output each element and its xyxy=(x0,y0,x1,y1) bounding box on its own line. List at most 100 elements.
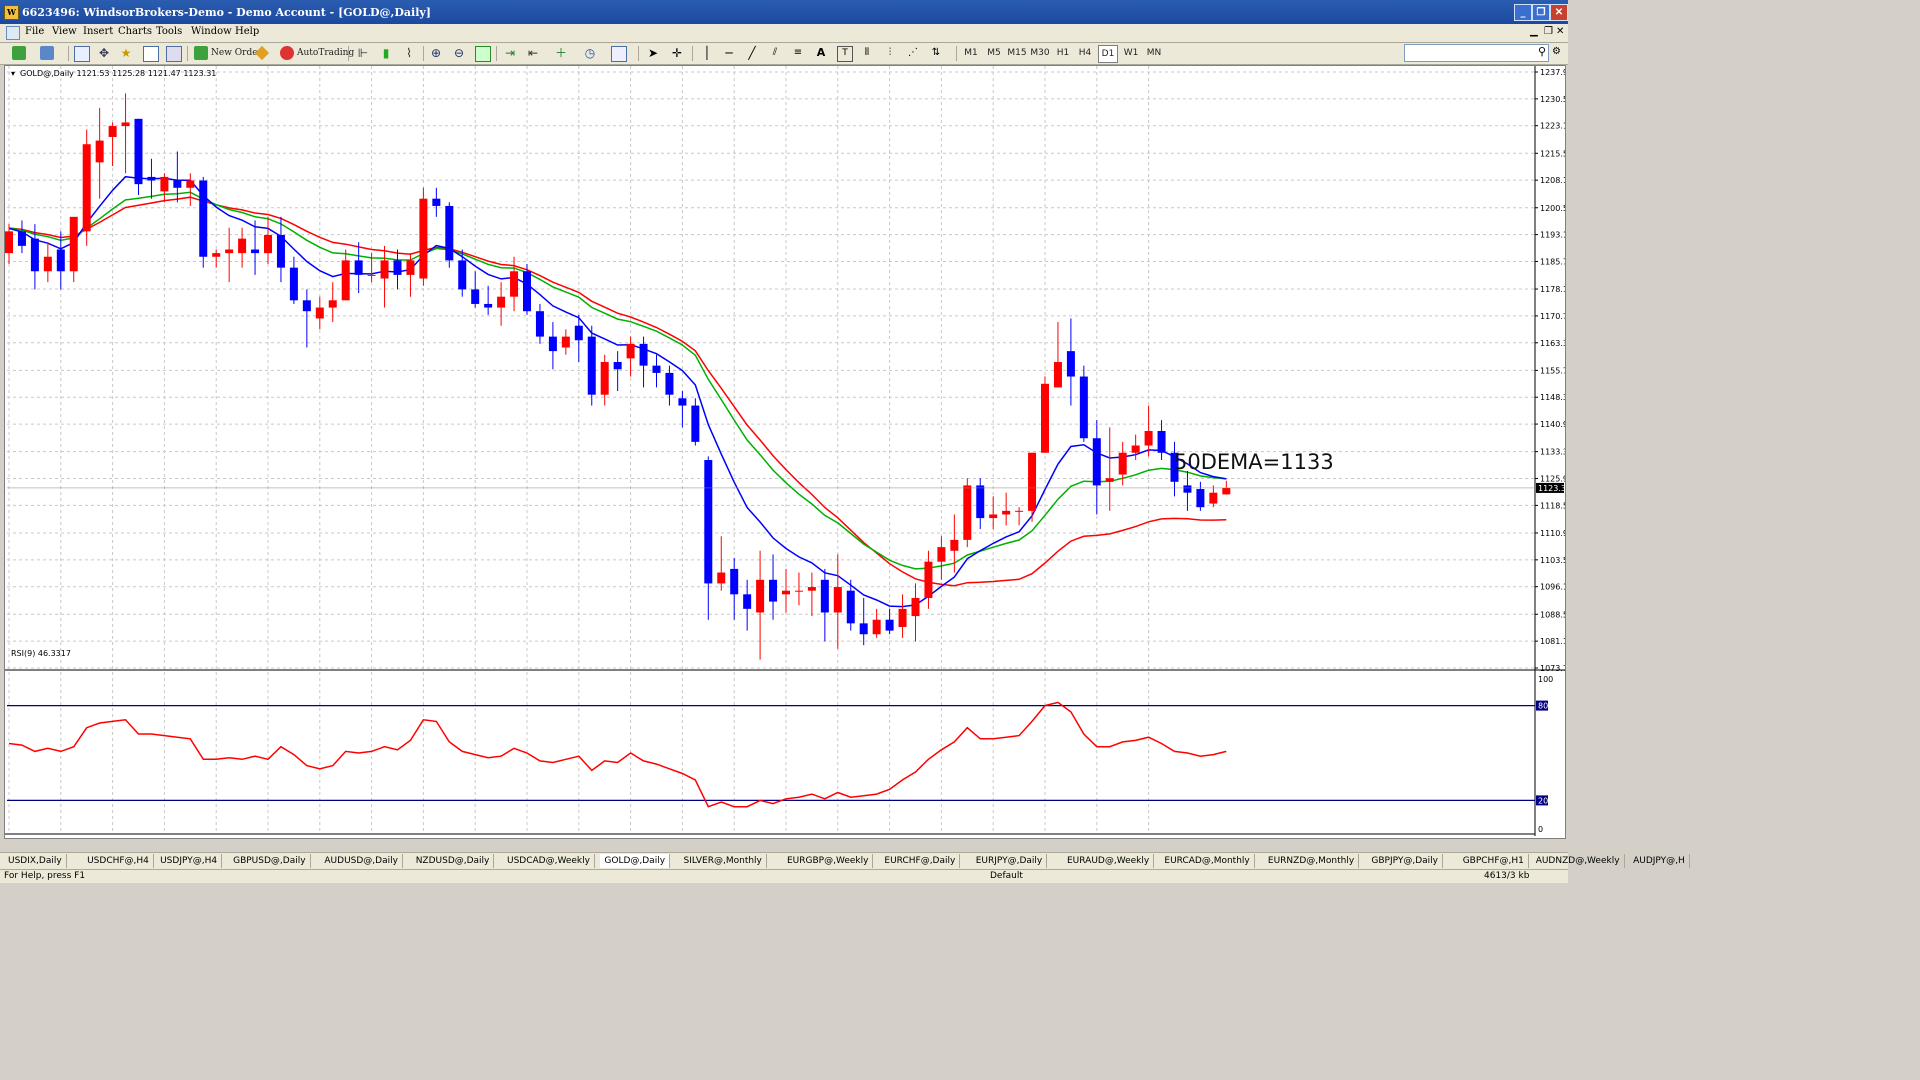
chart-window[interactable]: 1237.90 1230.50 1223.10 1215.50 1208.10 1200.… xyxy=(4,65,1573,848)
candle xyxy=(587,325,596,406)
timeframe-h4[interactable]: H4 xyxy=(1076,45,1094,61)
chart-shift-icon[interactable]: ⇤ xyxy=(526,46,540,60)
candle xyxy=(989,496,998,529)
text-icon[interactable]: A xyxy=(814,46,828,60)
crosshair-icon[interactable]: ✛ xyxy=(670,46,684,60)
timeframe-w1[interactable]: W1 xyxy=(1122,45,1140,61)
restore-button[interactable]: ❐ xyxy=(1532,4,1550,21)
line-chart-icon[interactable]: ⌇ xyxy=(402,46,416,60)
menu-help[interactable]: Help xyxy=(235,26,259,37)
status-profile: Default xyxy=(990,871,1023,881)
candle-body xyxy=(976,485,985,519)
auto-scroll-icon[interactable]: ⇥ xyxy=(503,46,517,60)
menu-insert[interactable]: Insert xyxy=(83,26,113,37)
chart-tab[interactable]: EURAUD@,Weekly xyxy=(1063,854,1155,868)
timeframe-m5[interactable]: M5 xyxy=(985,45,1003,61)
candle xyxy=(173,151,182,203)
timeframe-h1[interactable]: H1 xyxy=(1054,45,1072,61)
chart-tab[interactable]: NZDUSD@,Daily xyxy=(412,854,495,868)
new-chart-icon[interactable] xyxy=(12,46,26,60)
menu-view[interactable]: View xyxy=(52,26,77,37)
candle-body xyxy=(484,303,493,308)
chart-canvas[interactable]: 1237.90 1230.50 1223.10 1215.50 1208.10 1200.… xyxy=(5,66,1573,848)
price-tick-label: 1140.90 xyxy=(1540,420,1565,429)
timeframe-m1[interactable]: M1 xyxy=(962,45,980,61)
search-icon[interactable]: ⚲ xyxy=(1538,45,1546,58)
mdi-minimize-icon[interactable]: ▁ xyxy=(1530,26,1538,37)
candle xyxy=(1131,434,1140,461)
candlestick-icon[interactable]: ▮ xyxy=(379,46,393,60)
templates-icon[interactable] xyxy=(611,46,627,62)
minimize-button[interactable]: _ xyxy=(1514,4,1532,21)
menu-file[interactable]: File xyxy=(25,26,44,37)
menu-tools[interactable]: Tools xyxy=(156,26,182,37)
gann-icon[interactable]: ⦀ xyxy=(860,46,874,60)
chart-tab[interactable]: SILVER@,Monthly xyxy=(680,854,767,868)
chart-tab[interactable]: AUDNZD@,Weekly xyxy=(1532,854,1625,868)
data-window-icon[interactable]: ✥ xyxy=(97,46,111,60)
chart-tab[interactable]: AUDUSD@,Daily xyxy=(320,854,403,868)
chart-tab[interactable]: USDJPY@,H4 xyxy=(156,854,223,868)
candle-body xyxy=(225,249,234,254)
chart-tab[interactable]: EURCAD@,Monthly xyxy=(1160,854,1255,868)
fib-fan-icon[interactable]: ⫶ xyxy=(883,46,897,60)
chart-tab[interactable]: GBPCHF@,H1 xyxy=(1459,854,1529,868)
strategy-tester-icon[interactable] xyxy=(166,46,182,62)
mdi-close-icon[interactable]: ✕ xyxy=(1556,26,1564,37)
options-icon[interactable]: ⚙ xyxy=(1552,46,1561,57)
chart-tab[interactable]: EURNZD@,Monthly xyxy=(1264,854,1360,868)
market-watch-icon[interactable] xyxy=(74,46,90,62)
timeframe-m15[interactable]: M15 xyxy=(1006,45,1028,61)
profiles-icon[interactable] xyxy=(40,46,54,60)
trendline-icon[interactable]: ╱ xyxy=(745,46,759,60)
chart-window-icon[interactable] xyxy=(6,26,20,40)
autotrading-icon[interactable] xyxy=(280,46,294,60)
navigator-icon[interactable]: ★ xyxy=(119,46,133,60)
candle-body xyxy=(1066,351,1075,377)
chart-tab[interactable]: GOLD@,Daily xyxy=(600,854,671,868)
timeframe-d1[interactable]: D1 xyxy=(1098,45,1118,63)
vertical-line-icon[interactable]: │ xyxy=(700,46,714,60)
chart-menu-arrow[interactable]: ▾ xyxy=(11,69,15,78)
chart-tab[interactable]: AUDJPY@,H xyxy=(1629,854,1690,868)
fibonacci-icon[interactable]: ≡ xyxy=(791,46,805,60)
equidistant-channel-icon[interactable]: ⫽ xyxy=(768,46,782,60)
chart-tab[interactable]: USDCAD@,Weekly xyxy=(503,854,595,868)
chart-tab[interactable]: GBPUSD@,Daily xyxy=(229,854,311,868)
candle xyxy=(665,365,674,406)
chart-tab[interactable]: EURGBP@,Weekly xyxy=(783,854,874,868)
candle xyxy=(833,554,842,649)
zoom-out-icon[interactable]: ⊖ xyxy=(452,46,466,60)
chart-tab[interactable]: GBPJPY@,Daily xyxy=(1367,854,1443,868)
bar-chart-icon[interactable]: ⊩ xyxy=(356,46,370,60)
arrows-icon[interactable]: ⇅ xyxy=(929,46,943,60)
candle-body xyxy=(872,619,881,635)
indicators-icon[interactable]: ＋ xyxy=(554,46,568,60)
chart-tab[interactable]: EURJPY@,Daily xyxy=(972,854,1048,868)
close-button[interactable]: ✕ xyxy=(1550,4,1568,21)
terminal-icon[interactable] xyxy=(143,46,159,62)
candle-body xyxy=(134,118,143,185)
text-label-icon[interactable]: T xyxy=(837,46,853,62)
new-order-icon[interactable] xyxy=(194,46,208,60)
chart-tab[interactable]: USDCHF@,H4 xyxy=(83,854,154,868)
mdi-restore-icon[interactable]: ❐ xyxy=(1544,26,1553,37)
menu-window[interactable]: Window xyxy=(191,26,232,37)
candle xyxy=(251,220,260,275)
timeframe-m30[interactable]: M30 xyxy=(1029,45,1051,61)
zoom-in-icon[interactable]: ⊕ xyxy=(429,46,443,60)
horizontal-line-icon[interactable]: ─ xyxy=(722,46,736,60)
candle-body xyxy=(587,336,596,395)
cursor-icon[interactable]: ➤ xyxy=(646,46,660,60)
fib-arcs-icon[interactable]: ⋰ xyxy=(906,46,920,60)
menu-charts[interactable]: Charts xyxy=(118,26,152,37)
chart-tab[interactable]: EURCHF@,Daily xyxy=(880,854,961,868)
autotrading-button[interactable]: AutoTrading xyxy=(297,45,354,61)
candle-body xyxy=(147,176,156,181)
timeframe-mn[interactable]: MN xyxy=(1144,45,1164,61)
candle xyxy=(160,173,169,203)
chart-tab[interactable]: USDIX,Daily xyxy=(4,854,67,868)
search-input[interactable]: ⚲ xyxy=(1404,44,1549,62)
tile-windows-icon[interactable] xyxy=(475,46,491,62)
periods-icon[interactable]: ◷ xyxy=(583,46,597,60)
